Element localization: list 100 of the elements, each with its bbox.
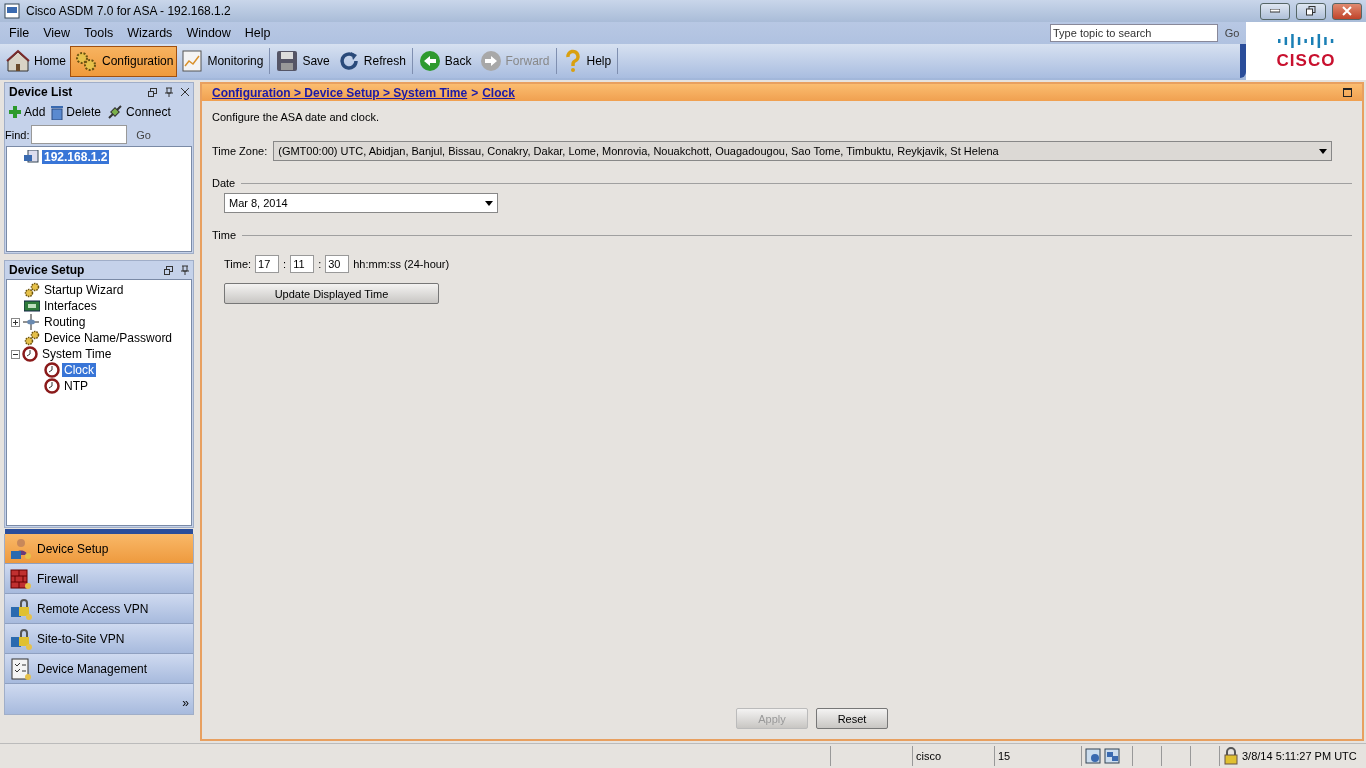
minimize-button[interactable] <box>1260 2 1290 20</box>
checklist-icon <box>9 656 33 681</box>
nav-button[interactable]: Firewall <box>5 564 193 594</box>
close-button[interactable] <box>1332 2 1362 20</box>
plus-icon <box>12 318 19 326</box>
hours-field[interactable]: 17 <box>255 255 280 273</box>
description-text: Configure the ASA date and clock. <box>212 111 380 123</box>
notification-icon[interactable] <box>1085 748 1101 764</box>
menu-item[interactable]: Wizards <box>120 26 180 40</box>
find-field[interactable] <box>31 125 128 144</box>
collapse-toggle[interactable] <box>11 349 20 359</box>
tree-item[interactable]: Startup Wizard <box>42 283 126 297</box>
seconds-field[interactable]: 30 <box>325 255 350 273</box>
date-dropdown[interactable]: Mar 8, 2014 <box>224 193 498 213</box>
status-datetime: 3/8/14 5:11:27 PM UTC <box>1242 750 1357 762</box>
gears-icon <box>74 49 98 73</box>
tree-item[interactable]: Device Name/Password <box>42 331 175 345</box>
plug-icon <box>107 104 124 120</box>
count-text: 15 <box>998 750 1011 762</box>
tree-item[interactable]: Interfaces <box>42 299 99 313</box>
time-format-label: hh:mm:ss (24-hour) <box>353 258 450 270</box>
toolbar-button[interactable]: Back <box>414 45 476 77</box>
logo-text: CISCO <box>1276 51 1336 71</box>
toolbar-button[interactable]: Help <box>558 45 616 77</box>
menu-item[interactable]: File <box>2 26 37 40</box>
network-icon[interactable] <box>1104 748 1120 764</box>
toolbar-button[interactable]: Configuration <box>70 45 178 77</box>
tree-item[interactable]: NTP <box>62 379 90 393</box>
time-separator: : <box>318 258 322 270</box>
clock-icon <box>44 378 60 394</box>
pin-icon[interactable] <box>181 265 189 275</box>
caret-icon <box>1319 148 1327 154</box>
section-title: Time <box>212 229 237 241</box>
more-button[interactable]: » <box>5 684 193 714</box>
computer-icon <box>24 150 40 164</box>
menu-item[interactable]: View <box>36 26 78 40</box>
time-separator: : <box>283 258 287 270</box>
toolbar-button[interactable]: Save <box>272 45 334 77</box>
restore-icon <box>1306 6 1316 16</box>
panel-title: Device List <box>9 85 74 99</box>
clock-icon <box>44 362 60 378</box>
action-button[interactable]: Connect <box>107 104 171 120</box>
time-label: Time: <box>224 258 252 270</box>
house-icon <box>6 49 30 73</box>
chart-icon <box>181 49 204 73</box>
tree-item[interactable]: Clock <box>62 363 96 377</box>
minimize-icon <box>1270 9 1280 13</box>
nav-button[interactable]: Remote Access VPN <box>5 594 193 624</box>
person-gear-icon <box>9 536 33 561</box>
nav-button[interactable]: Site-to-Site VPN <box>5 624 193 654</box>
toolbar-button[interactable]: Refresh <box>333 45 410 77</box>
footer-button[interactable]: Reset <box>816 708 888 729</box>
refresh-icon <box>337 50 360 72</box>
breadcrumb-link[interactable]: Configuration > Device Setup > System Time <box>212 85 468 100</box>
gear-icon <box>24 330 40 346</box>
logo-bars-icon <box>1276 31 1336 51</box>
section-title: Date <box>212 177 236 189</box>
time-zone-dropdown[interactable]: (GMT00:00) UTC, Abidjan, Banjul, Bissau, Conakry, Dakar, Lome, Monrovia, Nouakchott, Ouagadougou, Sao Tome, Timbuktu, Reykjavik, St Helena <box>273 141 1332 161</box>
menu-item[interactable]: Help <box>237 26 278 40</box>
toolbar-button[interactable]: Monitoring <box>177 45 268 77</box>
tree-item[interactable]: Routing <box>42 315 88 329</box>
action-button[interactable]: Add <box>9 105 46 119</box>
caret-icon <box>485 200 493 206</box>
expand-toggle[interactable] <box>11 317 20 327</box>
float-icon[interactable] <box>148 87 157 97</box>
user-name: cisco <box>916 750 942 762</box>
close-icon <box>1342 6 1352 16</box>
go-button[interactable]: Go <box>129 127 158 142</box>
update-time-button[interactable]: Update Displayed Time <box>224 283 439 304</box>
network-card-icon <box>24 300 40 312</box>
minutes-field[interactable]: 11 <box>290 255 315 273</box>
tree-item[interactable]: System Time <box>40 347 114 361</box>
menu-item[interactable]: Tools <box>77 26 121 40</box>
action-button[interactable]: Delete <box>51 104 102 120</box>
close-icon[interactable] <box>181 88 189 96</box>
time-zone-label: Time Zone: <box>212 145 268 157</box>
nav-button[interactable]: Device Setup <box>5 534 193 564</box>
nav-button[interactable]: Device Management <box>5 654 193 684</box>
padlock-network-icon <box>9 626 33 651</box>
plus-icon <box>9 106 21 118</box>
panel-title: Device Setup <box>9 263 86 277</box>
brick-wall-icon <box>9 566 33 591</box>
float-icon[interactable] <box>164 265 173 275</box>
restore-button[interactable] <box>1296 2 1326 20</box>
go-button[interactable]: Go <box>1218 26 1246 40</box>
breadcrumb-separator: > <box>471 85 479 100</box>
padlock-icon <box>1223 747 1239 765</box>
window-title: Cisco ASDM 7.0 for ASA - 192.168.1.2 <box>26 4 232 18</box>
breadcrumb-link[interactable]: Clock <box>482 85 515 100</box>
device-item[interactable]: 192.168.1.2 <box>42 150 110 164</box>
gear-icon <box>24 282 40 298</box>
maximize-icon[interactable] <box>1343 88 1352 97</box>
routing-arrows-icon <box>22 314 40 330</box>
find-label: Find: <box>5 128 30 141</box>
trash-icon <box>51 104 64 120</box>
clock-icon <box>22 346 38 362</box>
menu-item[interactable]: Window <box>179 26 238 40</box>
search-field[interactable]: Type topic to search <box>1050 24 1218 42</box>
toolbar-button[interactable]: Home <box>2 45 70 77</box>
pin-icon[interactable] <box>165 87 173 97</box>
